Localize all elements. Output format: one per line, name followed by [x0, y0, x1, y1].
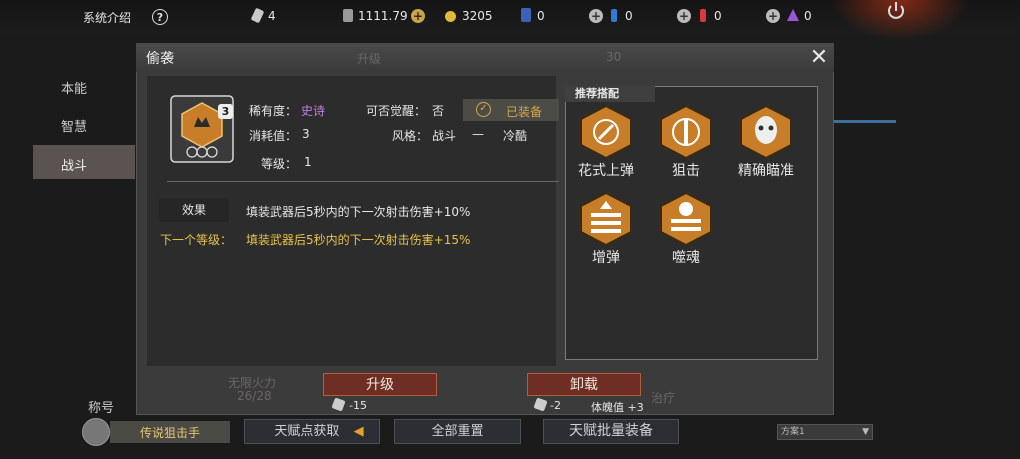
ammo-count: 4: [268, 9, 276, 23]
add-blue-potion-icon[interactable]: +: [589, 9, 603, 23]
red-potion-icon: [700, 9, 706, 22]
style-separator: —: [472, 127, 484, 141]
talent-points-button[interactable]: 天赋点获取 ◀: [244, 419, 380, 444]
sidebar-item-instinct[interactable]: 本能: [61, 78, 87, 97]
hex-skill-ammo-icon[interactable]: [577, 191, 635, 247]
awaken-value: 否: [432, 104, 445, 118]
style-label: 风格：: [392, 129, 429, 143]
effect-tab[interactable]: 效果: [159, 198, 229, 222]
dialog-title: 偷袭: [146, 51, 174, 67]
upgrade-cost: -15: [349, 399, 367, 412]
sidebar-item-fight-label: 战斗: [61, 159, 88, 174]
upgrade-button[interactable]: 升级: [323, 373, 437, 396]
dialog-header: [136, 43, 834, 72]
card-count: 0: [537, 9, 545, 23]
system-intro-label[interactable]: 系统介绍: [83, 9, 131, 26]
hex-skill-snipe-icon[interactable]: [657, 104, 715, 160]
unload-cost: -2: [550, 399, 561, 412]
level-label: 等级：: [261, 157, 298, 171]
add-purple-potion-icon[interactable]: +: [766, 9, 780, 23]
divider: [167, 181, 559, 182]
ghost-cost: 30: [606, 50, 622, 64]
style-value-2: 冷酷: [503, 129, 528, 143]
triangle-left-icon: ◀: [353, 424, 364, 439]
ghost-skill-count: 26/28: [237, 389, 272, 403]
talent-points-label: 天赋点获取: [274, 424, 340, 439]
purple-potion-icon: [787, 9, 799, 21]
hex-skill-soul-icon[interactable]: [657, 191, 715, 247]
ghost-skill-heal: 治疗: [651, 391, 676, 405]
cost-label: 消耗值：: [249, 129, 298, 143]
title-value: 传说狙击手: [140, 426, 201, 440]
recommend-label-3: 精确瞄准: [738, 163, 794, 179]
awaken-label: 可否觉醒：: [366, 104, 427, 118]
recommend-label-2: 狙击: [672, 163, 700, 179]
purple-potion-count: 0: [804, 9, 812, 23]
cash-count: 1111.79: [358, 9, 408, 23]
plan-select[interactable]: 方案1 ▼: [777, 424, 873, 440]
red-potion-count: 0: [714, 9, 722, 23]
level-badge: 3: [218, 104, 233, 119]
add-cash-icon[interactable]: +: [411, 9, 425, 23]
blue-potion-count: 0: [625, 9, 633, 23]
card-icon: [521, 8, 531, 22]
recommend-label-5: 噬魂: [672, 250, 700, 266]
title-label: 称号: [88, 401, 115, 416]
ghost-upgrade: 升级: [357, 52, 382, 66]
coin-count: 3205: [462, 9, 493, 23]
blue-potion-icon: [611, 9, 617, 22]
bg-divider: [834, 120, 896, 123]
equipped-label: 已装备: [506, 105, 543, 119]
recommend-label-4: 增弹: [592, 250, 620, 266]
hex-skill-aim-icon[interactable]: [737, 104, 795, 160]
close-icon[interactable]: ✕: [808, 47, 830, 69]
add-red-potion-icon[interactable]: +: [677, 9, 691, 23]
recommend-label-1: 花式上弹: [578, 163, 634, 179]
avatar[interactable]: [82, 418, 110, 446]
rarity-value: 史诗: [301, 104, 326, 118]
coin-icon: [445, 11, 456, 22]
next-level-label: 下一个等级：: [160, 233, 233, 247]
unload-button[interactable]: 卸载: [527, 373, 641, 396]
style-value-1: 战斗: [432, 129, 457, 143]
sidebar-item-wisdom[interactable]: 智慧: [61, 116, 87, 135]
power-icon[interactable]: [885, 0, 907, 22]
batch-equip-button[interactable]: 天赋批量装备: [543, 419, 679, 444]
effect-text: 填装武器后5秒内的下一次射击伤害+10%: [246, 205, 471, 219]
physique-change: 体魄值 +3: [591, 401, 644, 414]
help-icon[interactable]: ?: [152, 9, 168, 25]
plan-select-value: 方案1: [781, 427, 805, 437]
cash-icon: [343, 9, 353, 22]
hex-skill-reload-icon[interactable]: [577, 104, 635, 160]
reset-all-button[interactable]: 全部重置: [394, 419, 521, 444]
cost-value: 3: [302, 127, 310, 141]
rarity-label: 稀有度：: [249, 104, 298, 118]
check-icon: ✓: [476, 102, 491, 117]
level-value: 1: [304, 155, 312, 169]
next-level-text: 填装武器后5秒内的下一次射击伤害+15%: [246, 233, 471, 247]
recommend-title: 推荐搭配: [565, 86, 655, 102]
chevron-down-icon: ▼: [862, 427, 869, 437]
